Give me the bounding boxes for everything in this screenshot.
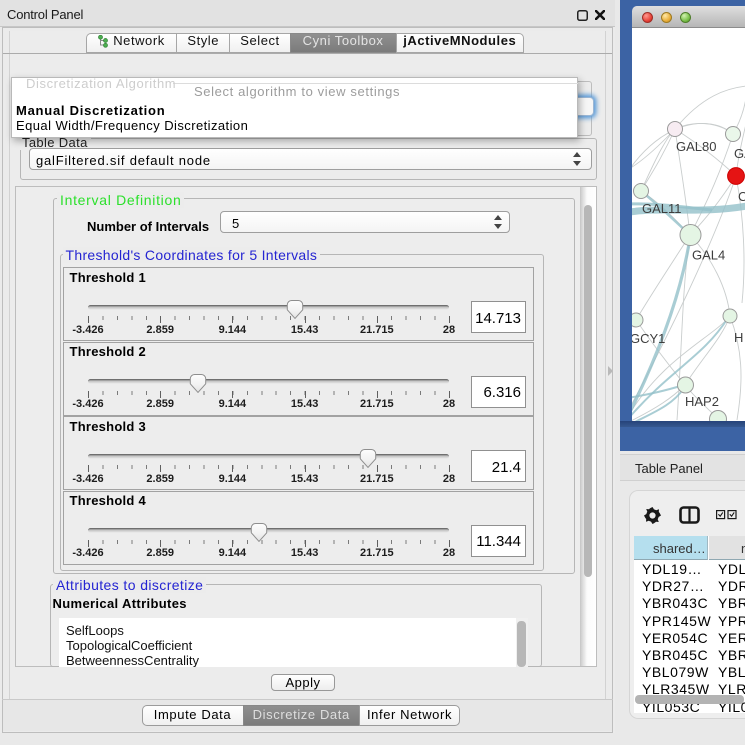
svg-text:GAL80: GAL80: [676, 139, 716, 154]
svg-text:GAL11: GAL11: [642, 201, 682, 216]
svg-text:C: C: [738, 189, 745, 204]
svg-text:GA: GA: [734, 146, 745, 161]
svg-text:HAP2: HAP2: [685, 394, 719, 409]
svg-text:GAL4: GAL4: [692, 248, 725, 263]
svg-text:H: H: [734, 330, 743, 345]
svg-text:GCY1: GCY1: [632, 331, 665, 346]
